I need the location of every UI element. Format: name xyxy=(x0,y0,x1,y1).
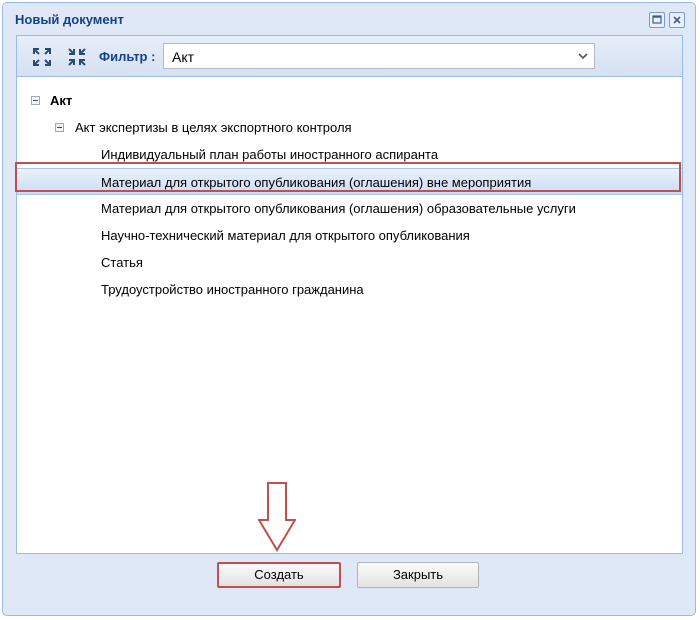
tree-leaf-label: Материал для открытого опубликования (ог… xyxy=(101,175,532,190)
tree-leaf-label: Научно-технический материал для открытог… xyxy=(101,228,470,243)
tree-node-root[interactable]: Акт xyxy=(17,87,682,114)
filter-combobox[interactable]: Акт xyxy=(163,43,595,69)
tree-leaf-label: Материал для открытого опубликования (ог… xyxy=(101,201,576,216)
tree-leaf[interactable]: Трудоустройство иностранного гражданина xyxy=(17,276,682,303)
filter-label: Фильтр : xyxy=(99,49,156,64)
tree-node-group[interactable]: Акт экспертизы в целях экспортного контр… xyxy=(17,114,682,141)
close-button[interactable]: Закрыть xyxy=(357,562,479,588)
filter-toolbar: Фильтр : Акт xyxy=(17,36,682,77)
expand-all-icon[interactable] xyxy=(32,47,52,67)
chevron-down-icon[interactable] xyxy=(576,49,590,63)
document-type-tree: Акт Акт экспертизы в целях экспортного к… xyxy=(17,77,682,553)
create-button[interactable]: Создать xyxy=(217,562,341,588)
maximize-icon[interactable] xyxy=(649,12,665,28)
collapse-all-icon[interactable] xyxy=(67,47,87,67)
document-type-panel: Фильтр : Акт Акт Акт экспертизы в целях … xyxy=(16,35,683,554)
collapse-toggle-icon[interactable] xyxy=(55,123,64,132)
new-document-window: Новый документ Фильтр: Акт Акт Акт эксп… xyxy=(2,2,696,616)
tree-leaf-label: Индивидуальный план работы иностранного … xyxy=(101,147,439,162)
down-arrow-icon xyxy=(258,482,296,552)
collapse-toggle-icon[interactable] xyxy=(31,96,40,105)
tree-leaf[interactable]: Материал для открытого опубликования (ог… xyxy=(17,195,682,222)
tree-leaf-label: Трудоустройство иностранного гражданина xyxy=(101,282,364,297)
tree-leaf[interactable]: Индивидуальный план работы иностранного … xyxy=(17,141,682,168)
tree-leaf-label: Статья xyxy=(101,255,143,270)
close-icon[interactable] xyxy=(669,12,685,28)
window-title: Новый документ xyxy=(15,12,124,27)
tree-leaf[interactable]: Научно-технический материал для открытог… xyxy=(17,222,682,249)
tree-leaf-selected[interactable]: Материал для открытого опубликования (ог… xyxy=(17,168,682,195)
tree-leaf[interactable]: Статья xyxy=(17,249,682,276)
tree-node-label: Акт xyxy=(50,93,73,108)
window-titlebar: Новый документ xyxy=(3,3,695,33)
tree-node-label: Акт экспертизы в целях экспортного контр… xyxy=(75,120,352,135)
filter-value: Акт xyxy=(172,49,195,65)
